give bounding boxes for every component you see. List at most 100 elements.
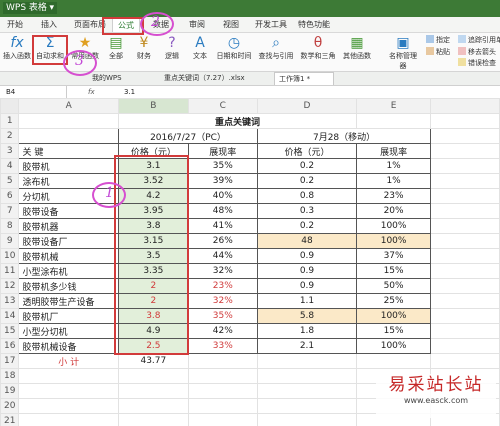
rate-pc-cell[interactable]: 32% <box>187 293 258 309</box>
row-header[interactable]: 4 <box>0 158 20 174</box>
price-mobile-cell[interactable]: 0.8 <box>256 188 358 204</box>
price-header-mobile[interactable]: 价格（元） <box>256 143 358 159</box>
rate-mobile-cell[interactable]: 37% <box>355 248 432 264</box>
price-mobile-cell[interactable]: 0.9 <box>256 263 358 279</box>
row-header[interactable]: 12 <box>0 278 20 294</box>
keyword-cell[interactable]: 透明胶带生产设备 <box>18 293 120 309</box>
math-button[interactable]: θ 数学和三角 <box>298 35 338 69</box>
row-header[interactable]: 9 <box>0 233 20 249</box>
subtotal-label[interactable]: 小 计 <box>18 353 120 369</box>
specify-button[interactable]: 指定 <box>426 35 450 45</box>
column-header[interactable]: C <box>187 98 258 114</box>
price-mobile-cell[interactable]: 0.3 <box>256 203 358 219</box>
price-mobile-cell[interactable]: 0.2 <box>256 173 358 189</box>
row-header[interactable]: 11 <box>0 263 20 279</box>
date-mobile-header[interactable]: 7月28（移动） <box>256 128 432 144</box>
formula-input[interactable]: 3.1 <box>124 86 135 98</box>
empty-cell[interactable] <box>430 323 500 339</box>
row-header[interactable]: 17 <box>0 353 20 369</box>
rate-pc-cell[interactable]: 41% <box>187 218 258 234</box>
menu-features[interactable]: 特色功能 <box>294 17 334 32</box>
keyword-cell[interactable]: 小型分切机 <box>18 323 120 339</box>
empty-cell[interactable] <box>430 338 500 354</box>
rate-pc-cell[interactable]: 39% <box>187 173 258 189</box>
row-header[interactable]: 10 <box>0 248 20 264</box>
column-header[interactable]: D <box>256 98 358 114</box>
text-button[interactable]: A 文本 <box>188 35 212 69</box>
row-header[interactable]: 7 <box>0 203 20 219</box>
row-header[interactable]: 1 <box>0 113 20 129</box>
tab-my-wps[interactable]: 我的WPS <box>88 72 148 85</box>
logic-button[interactable]: ? 逻辑 <box>160 35 184 69</box>
rate-pc-cell[interactable]: 42% <box>187 323 258 339</box>
keyword-header[interactable]: 关 键 <box>18 143 120 159</box>
keyword-header-cell[interactable] <box>18 128 120 144</box>
select-all-corner[interactable] <box>0 98 20 114</box>
rate-mobile-cell[interactable]: 100% <box>355 338 432 354</box>
keyword-cell[interactable]: 胶带机械 <box>18 248 120 264</box>
empty-cell[interactable] <box>430 218 500 234</box>
row-header[interactable]: 6 <box>0 188 20 204</box>
rate-pc-cell[interactable]: 35% <box>187 158 258 174</box>
rate-mobile-cell[interactable]: 1% <box>355 173 432 189</box>
rate-mobile-cell[interactable]: 23% <box>355 188 432 204</box>
row-header[interactable]: 13 <box>0 293 20 309</box>
menu-review[interactable]: 审阅 <box>184 17 210 32</box>
keyword-cell[interactable]: 胶带机多少钱 <box>18 278 120 294</box>
price-mobile-cell[interactable]: 2.1 <box>256 338 358 354</box>
empty-cell[interactable] <box>430 278 500 294</box>
tab-workbook1[interactable]: 工作簿1 * <box>274 72 334 85</box>
lookup-button[interactable]: ⌕ 查找与引用 <box>256 35 296 69</box>
other-functions-button[interactable]: ▦ 其他函数 <box>340 35 374 69</box>
price-mobile-cell[interactable]: 0.2 <box>256 218 358 234</box>
rate-mobile-cell[interactable]: 100% <box>355 233 432 249</box>
column-header[interactable]: B <box>118 98 189 114</box>
empty-cell[interactable] <box>430 308 500 324</box>
empty-cell[interactable] <box>430 203 500 219</box>
rate-pc-cell[interactable]: 26% <box>187 233 258 249</box>
row-header[interactable]: 21 <box>0 413 20 426</box>
rate-pc-cell[interactable]: 48% <box>187 203 258 219</box>
rate-mobile-cell[interactable]: 1% <box>355 158 432 174</box>
rate-pc-cell[interactable]: 44% <box>187 248 258 264</box>
rate-header-mobile[interactable]: 展现率 <box>355 143 432 159</box>
price-mobile-cell[interactable]: 48 <box>256 233 358 249</box>
paste-button[interactable]: 粘贴 <box>426 47 450 57</box>
row-header[interactable]: 14 <box>0 308 20 324</box>
error-check-button[interactable]: 错误检查 <box>458 58 496 68</box>
row-header[interactable]: 18 <box>0 368 20 384</box>
keyword-cell[interactable]: 胶带机厂 <box>18 308 120 324</box>
rate-pc-cell[interactable]: 33% <box>187 338 258 354</box>
all-functions-button[interactable]: ▤ 全部 <box>104 35 128 69</box>
rate-pc-cell[interactable]: 35% <box>187 308 258 324</box>
menu-developer[interactable]: 开发工具 <box>252 17 290 32</box>
row-header[interactable]: 20 <box>0 398 20 414</box>
name-manager-button[interactable]: ▣ 名称管理器 <box>386 35 420 70</box>
empty-cell[interactable] <box>430 263 500 279</box>
column-header[interactable]: A <box>18 98 120 114</box>
price-mobile-cell[interactable]: 5.8 <box>256 308 358 324</box>
empty-cell[interactable] <box>430 173 500 189</box>
rate-mobile-cell[interactable]: 100% <box>355 218 432 234</box>
price-mobile-cell[interactable]: 0.2 <box>256 158 358 174</box>
menu-home[interactable]: 开始 <box>2 17 28 32</box>
trace-button[interactable]: 追踪引用单元格 <box>458 35 500 45</box>
rate-header-pc[interactable]: 展现率 <box>187 143 258 159</box>
row-header[interactable]: 15 <box>0 323 20 339</box>
column-header-blank[interactable] <box>430 98 500 114</box>
empty-cell[interactable] <box>430 248 500 264</box>
rate-mobile-cell[interactable]: 50% <box>355 278 432 294</box>
rate-mobile-cell[interactable]: 100% <box>355 308 432 324</box>
price-mobile-cell[interactable]: 0.9 <box>256 278 358 294</box>
rate-pc-cell[interactable]: 23% <box>187 278 258 294</box>
row-header[interactable]: 16 <box>0 338 20 354</box>
datetime-button[interactable]: ◷ 日期和时间 <box>214 35 254 69</box>
keyword-cell[interactable]: 胶带机 <box>18 158 120 174</box>
insert-function-button[interactable]: fx 插入函数 <box>2 35 32 69</box>
sheet-title[interactable]: 重点关键词 <box>118 113 357 129</box>
rate-mobile-cell[interactable]: 15% <box>355 323 432 339</box>
rate-mobile-cell[interactable]: 15% <box>355 263 432 279</box>
app-logo-menu[interactable]: WPS 表格 ▾ <box>3 2 57 14</box>
empty-cell[interactable] <box>430 188 500 204</box>
remove-arrows-button[interactable]: 移去箭头 <box>458 47 496 57</box>
